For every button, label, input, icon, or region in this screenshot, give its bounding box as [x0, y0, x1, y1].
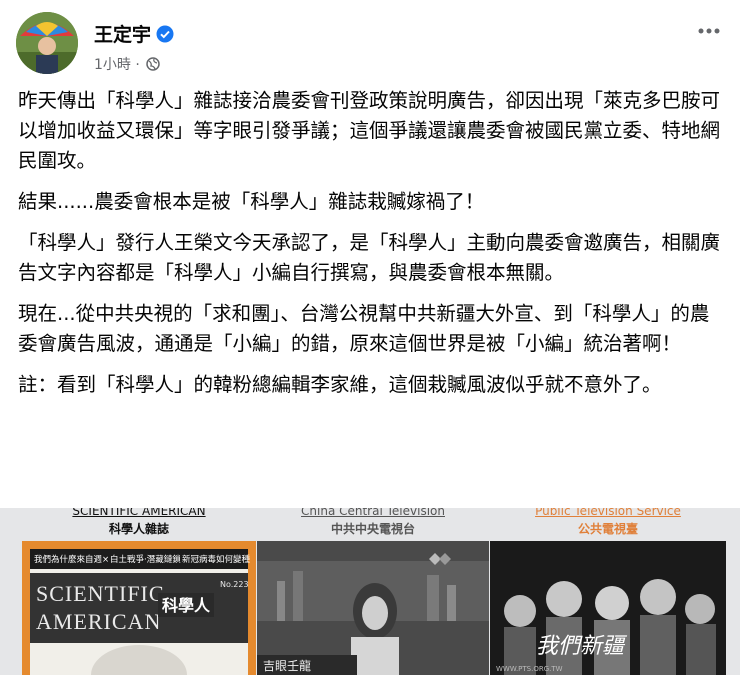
pts-url: WWW.PTS.ORG.TW: [496, 665, 563, 673]
post-paragraph: 結果......農委會根本是被「科學人」雜誌栽贓嫁禍了！: [18, 190, 485, 213]
collage-panel-pts: Public Television Service 公共電視臺 我們新疆 WWW…: [490, 508, 726, 675]
post-image[interactable]: SCIENTIFIC AMERICAN 科學人雜誌 我們為什麼來自週× 白土戰爭…: [0, 508, 740, 675]
panel-label-en: China Central Television: [301, 508, 445, 518]
post-paragraph: 註：看到「科學人」的韓粉總編輯李家維，這個栽贓風波似乎就不意外了。: [18, 373, 662, 396]
pts-overlay-title: 我們新疆: [536, 634, 628, 659]
cover-headline: 新冠病毒如何變種: [182, 554, 251, 565]
collage-panel-cctv: China Central Television 中共中央電視台 吉眼壬龍: [257, 508, 489, 675]
facebook-post: 王定宇 1小時 · 昨天傳出「科學人」雜誌接洽農委會刊登政策說明廣告，卻因出現「…: [0, 0, 740, 675]
panel-label-en: SCIENTIFIC AMERICAN: [72, 508, 206, 518]
tv-screenshot-image: 吉眼壬龍: [257, 541, 489, 675]
panel-label-zh: 中共中央電視台: [330, 522, 415, 536]
post-header: 王定宇 1小時 ·: [16, 12, 724, 76]
author-name[interactable]: 王定宇: [94, 20, 174, 48]
cover-title: AMERICAN: [36, 609, 161, 634]
cover-title: SCIENTIFIC: [36, 581, 165, 606]
tv-caption: 吉眼壬龍: [263, 658, 311, 673]
post-paragraph: 現在...從中共央視的「求和團」、台灣公視幫中共新疆大外宣、到「科學人」的農委會…: [18, 302, 710, 355]
author-name-text[interactable]: 王定宇: [94, 24, 151, 46]
cover-headline: 白土戰爭‧潛藏鏈鎖: [110, 554, 181, 565]
magazine-cover-image: 我們為什麼來自週× 白土戰爭‧潛藏鏈鎖 新冠病毒如何變種 SCIENTIFIC …: [22, 541, 256, 675]
cover-badge: 科學人: [162, 596, 211, 615]
panel-label-en: Public Television Service: [535, 508, 681, 518]
avatar[interactable]: [16, 12, 78, 74]
cover-issue: No.223: [220, 580, 249, 589]
panel-label-zh: 公共電視臺: [577, 522, 638, 536]
verified-badge-icon: [156, 25, 174, 48]
panel-label-zh: 科學人雜誌: [108, 522, 169, 536]
globe-icon[interactable]: [146, 57, 161, 75]
post-paragraph: 「科學人」發行人王榮文今天承認了，是「科學人」主動向農委會邀廣告，相關廣告文字內…: [18, 231, 721, 284]
post-timestamp[interactable]: 1小時: [94, 57, 131, 73]
post-body: 昨天傳出「科學人」雜誌接洽農委會刊登政策說明廣告，卻因出現「萊克多巴胺可以增加收…: [18, 86, 722, 411]
collage-panel-scientific-american: SCIENTIFIC AMERICAN 科學人雜誌 我們為什麼來自週× 白土戰爭…: [22, 508, 256, 675]
post-meta: 1小時 ·: [94, 54, 161, 75]
more-options-icon[interactable]: [694, 16, 724, 46]
cover-headline: 我們為什麼來自週×: [34, 554, 109, 565]
pts-poster-image: 我們新疆 WWW.PTS.ORG.TW: [490, 541, 726, 675]
post-paragraph: 昨天傳出「科學人」雜誌接洽農委會刊登政策說明廣告，卻因出現「萊克多巴胺可以增加收…: [18, 89, 721, 172]
meta-separator: ·: [135, 57, 140, 73]
